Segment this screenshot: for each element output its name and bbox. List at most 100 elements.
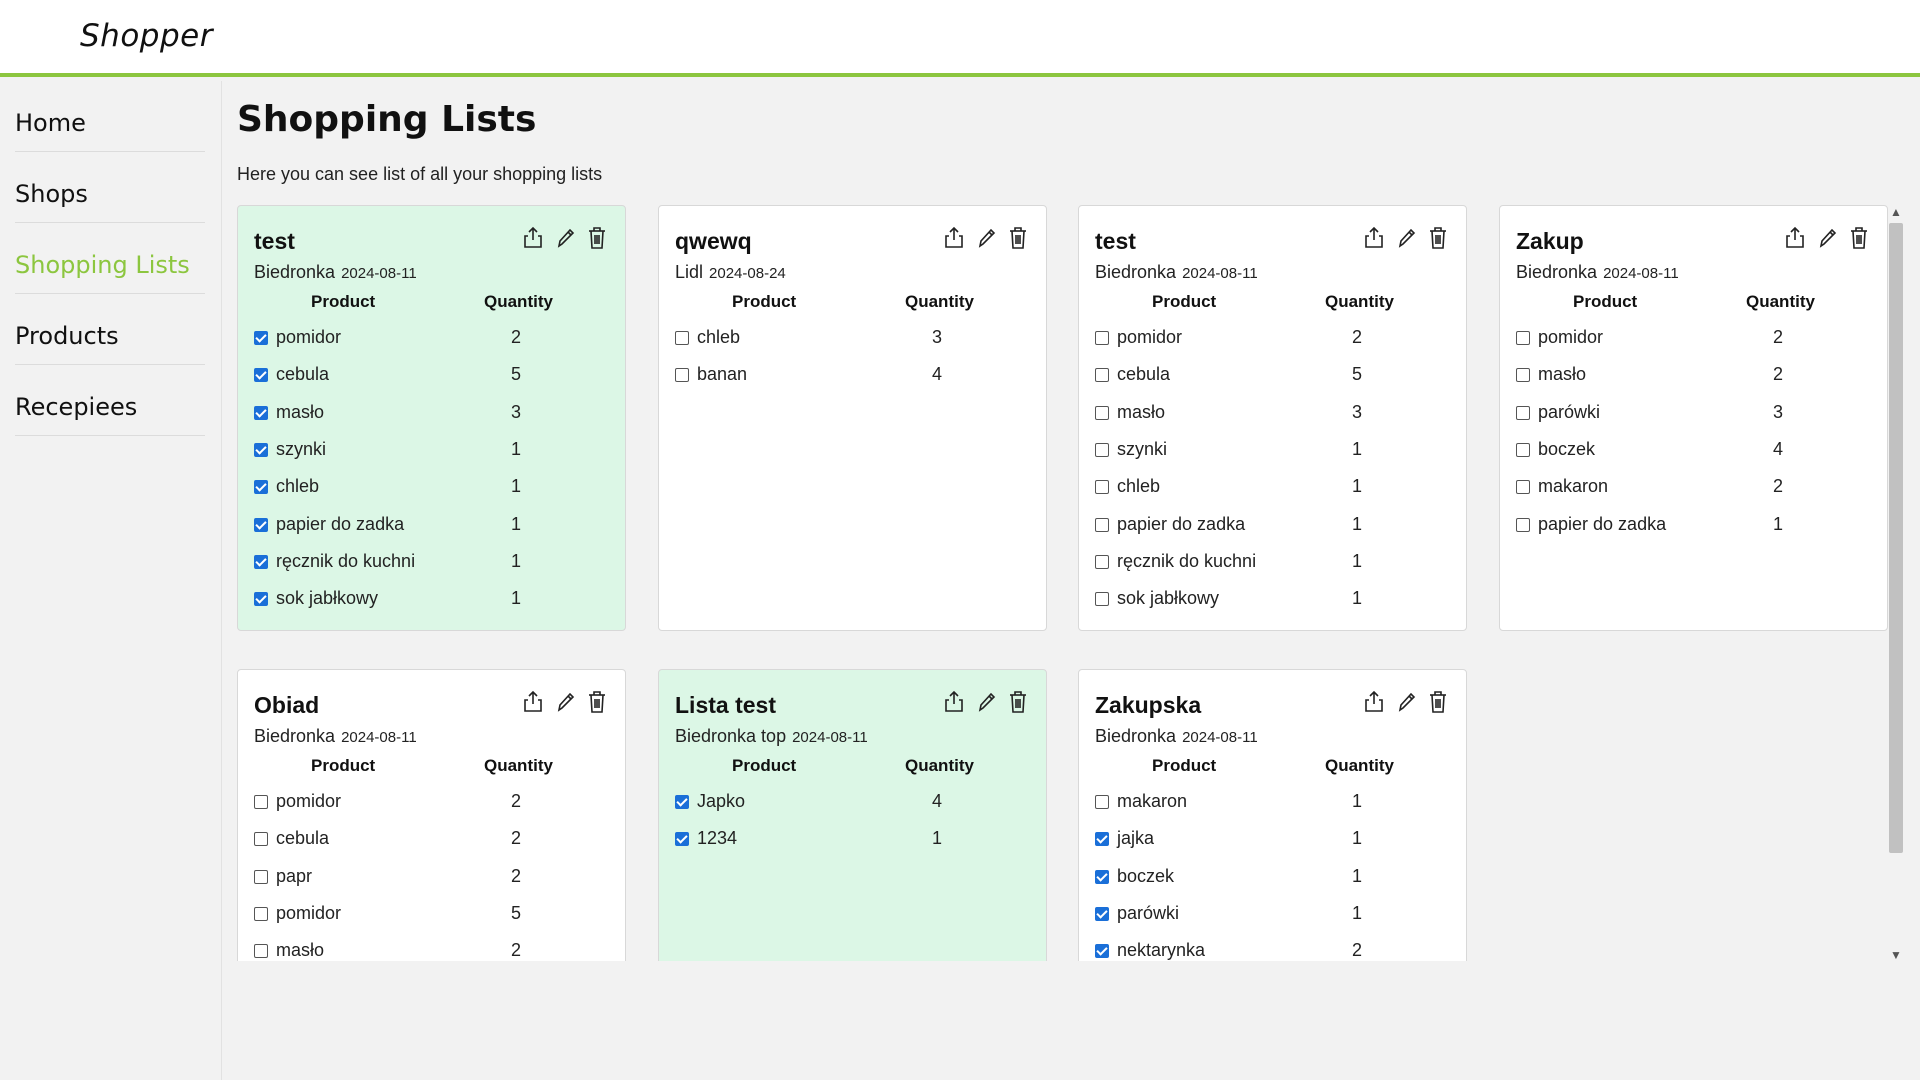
item-product: szynki — [276, 438, 327, 459]
item-checkbox[interactable] — [1095, 331, 1109, 345]
trash-icon[interactable] — [587, 690, 607, 714]
pencil-icon[interactable] — [1817, 226, 1837, 250]
list-item-row: papier do zadka 1 — [1516, 511, 1866, 541]
item-quantity: 5 — [510, 364, 521, 385]
share-icon[interactable] — [944, 226, 964, 250]
item-checkbox[interactable] — [1095, 869, 1109, 884]
scrollbar-thumb[interactable] — [1889, 223, 1903, 853]
item-checkbox[interactable] — [675, 331, 689, 345]
scroll-down-arrow-icon[interactable]: ▼ — [1889, 948, 1903, 962]
nav-shopping-lists[interactable]: Shopping Lists — [15, 223, 205, 294]
trash-icon[interactable] — [1008, 690, 1028, 714]
list-shop: Biedronka — [254, 262, 336, 282]
item-checkbox[interactable] — [254, 944, 268, 959]
column-header-quantity: Quantity — [484, 756, 553, 775]
share-icon[interactable] — [1364, 226, 1384, 250]
item-checkbox[interactable] — [254, 592, 268, 607]
item-checkbox[interactable] — [1095, 405, 1109, 420]
item-quantity: 1 — [1351, 865, 1362, 886]
pencil-icon[interactable] — [1396, 690, 1416, 714]
item-checkbox[interactable] — [254, 331, 268, 345]
item-checkbox[interactable] — [1095, 480, 1109, 495]
item-checkbox[interactable] — [254, 795, 268, 809]
trash-icon[interactable] — [1008, 226, 1028, 250]
shopping-list-card[interactable]: test Biedronka 2024-08-11 Product Quantity po… — [1078, 205, 1467, 631]
trash-icon[interactable] — [1428, 690, 1448, 714]
item-quantity: 1 — [931, 828, 942, 849]
item-quantity: 3 — [1772, 401, 1783, 422]
pencil-icon[interactable] — [976, 690, 996, 714]
item-checkbox[interactable] — [675, 795, 689, 809]
pencil-icon[interactable] — [976, 226, 996, 250]
item-checkbox[interactable] — [254, 368, 268, 383]
pencil-icon[interactable] — [555, 690, 575, 714]
item-checkbox[interactable] — [254, 554, 268, 569]
item-quantity: 2 — [1351, 327, 1362, 347]
item-checkbox[interactable] — [1516, 368, 1530, 383]
item-checkbox[interactable] — [254, 832, 268, 847]
trash-icon[interactable] — [1849, 226, 1869, 250]
item-quantity: 1 — [1351, 513, 1362, 534]
shopping-list-card[interactable]: Obiad Biedronka 2024-08-11 Product Quantity p… — [237, 669, 626, 961]
nav-shops[interactable]: Shops — [15, 152, 205, 223]
shopping-list-card[interactable]: qwewq Lidl 2024-08-24 Product Quantity chleb 3… — [658, 205, 1047, 631]
nav-recepiees[interactable]: Recepiees — [15, 365, 205, 436]
scrollbar[interactable]: ▲ ▼ — [1887, 205, 1905, 962]
share-icon[interactable] — [523, 690, 543, 714]
item-checkbox[interactable] — [1095, 944, 1109, 959]
item-checkbox[interactable] — [254, 405, 268, 420]
item-checkbox[interactable] — [254, 480, 268, 495]
item-checkbox[interactable] — [1516, 331, 1530, 345]
share-icon[interactable] — [1364, 690, 1384, 714]
shopping-list-card[interactable]: Zakup Biedronka 2024-08-11 Product Quantity p… — [1499, 205, 1888, 631]
pencil-icon[interactable] — [555, 226, 575, 250]
top-bar: Shopper — [0, 0, 1920, 77]
list-name: Obiad — [254, 692, 320, 718]
item-checkbox[interactable] — [1095, 517, 1109, 532]
item-checkbox[interactable] — [1095, 442, 1109, 457]
item-checkbox[interactable] — [254, 869, 268, 884]
item-checkbox[interactable] — [1516, 442, 1530, 457]
app-logo[interactable]: Shopper — [80, 18, 213, 54]
page-subtitle: Here you can see list of all your shoppi… — [237, 164, 603, 184]
share-icon[interactable] — [944, 690, 964, 714]
nav-home[interactable]: Home — [15, 81, 205, 152]
item-checkbox[interactable] — [1095, 368, 1109, 383]
list-item-row: makaron 1 — [1095, 788, 1445, 818]
item-checkbox[interactable] — [1095, 592, 1109, 607]
item-checkbox[interactable] — [675, 832, 689, 847]
item-checkbox[interactable] — [254, 906, 268, 921]
item-checkbox[interactable] — [254, 442, 268, 457]
item-product: papr — [276, 865, 313, 886]
item-quantity: 2 — [510, 791, 521, 811]
item-checkbox[interactable] — [675, 368, 689, 383]
item-quantity: 1 — [1351, 438, 1362, 459]
share-icon[interactable] — [523, 226, 543, 250]
scroll-up-arrow-icon[interactable]: ▲ — [1889, 205, 1903, 219]
item-checkbox[interactable] — [1095, 832, 1109, 847]
item-product: boczek — [1117, 865, 1175, 886]
share-icon[interactable] — [1785, 226, 1805, 250]
item-checkbox[interactable] — [1095, 906, 1109, 921]
list-shop: Lidl — [675, 262, 704, 282]
item-product: pomidor — [276, 327, 342, 347]
shopping-list-card[interactable]: test Biedronka 2024-08-11 Product Quantity po… — [237, 205, 626, 631]
item-quantity: 2 — [1772, 364, 1783, 385]
item-quantity: 1 — [510, 513, 521, 534]
item-checkbox[interactable] — [254, 517, 268, 532]
shopping-list-card[interactable]: Lista test Biedronka top 2024-08-11 Product… — [658, 669, 1047, 961]
list-name: test — [1095, 228, 1136, 254]
item-checkbox[interactable] — [1516, 517, 1530, 532]
shopping-list-card[interactable]: Zakupska Biedronka 2024-08-11 Product Quanti… — [1078, 669, 1467, 961]
item-checkbox[interactable] — [1095, 554, 1109, 569]
item-quantity: 1 — [1772, 513, 1783, 534]
column-header-quantity: Quantity — [905, 292, 974, 311]
pencil-icon[interactable] — [1396, 226, 1416, 250]
item-checkbox[interactable] — [1516, 405, 1530, 420]
trash-icon[interactable] — [587, 226, 607, 250]
item-quantity: 3 — [1351, 401, 1362, 422]
nav-products[interactable]: Products — [15, 294, 205, 365]
item-checkbox[interactable] — [1095, 795, 1109, 809]
trash-icon[interactable] — [1428, 226, 1448, 250]
item-checkbox[interactable] — [1516, 480, 1530, 495]
